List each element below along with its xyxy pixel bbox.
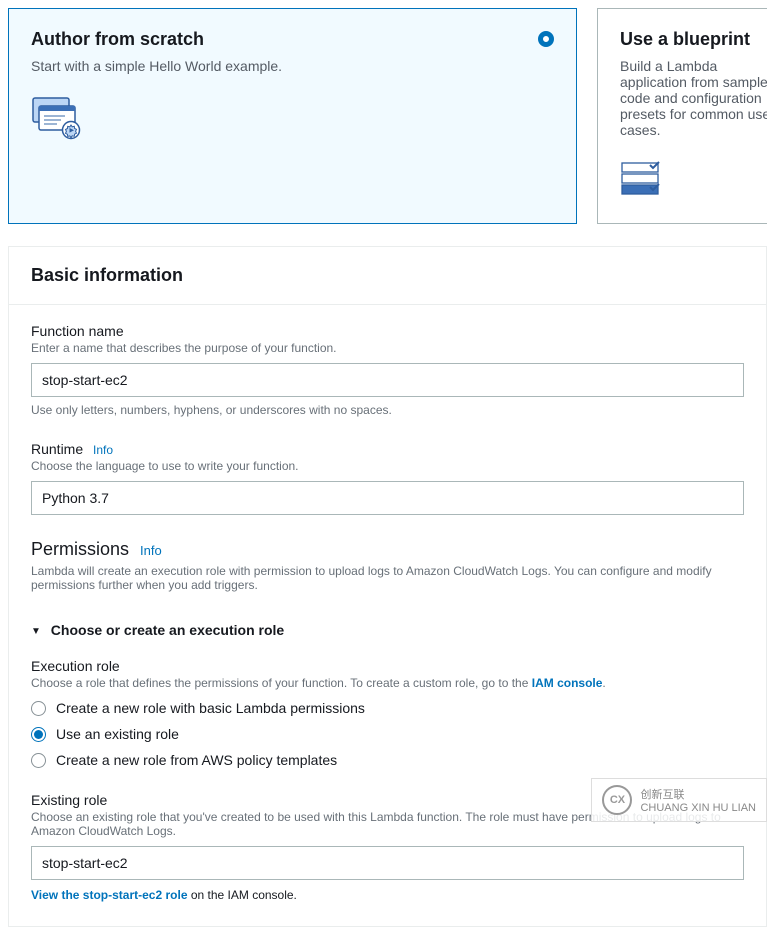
permissions-desc: Lambda will create an execution role wit…: [31, 564, 744, 592]
function-name-hint: Enter a name that describes the purpose …: [31, 341, 744, 355]
runtime-select[interactable]: Python 3.7: [31, 481, 744, 515]
code-gear-icon: [31, 96, 554, 143]
radio-create-from-templates[interactable]: Create a new role from AWS policy templa…: [31, 752, 744, 768]
caret-down-icon: ▼: [31, 626, 41, 637]
runtime-value: Python 3.7: [42, 490, 109, 506]
view-role-link[interactable]: View the stop-start-ec2 role: [31, 888, 188, 902]
watermark: CX 创新互联 CHUANG XIN HU LIAN: [591, 778, 767, 822]
radio-icon: [31, 701, 46, 716]
card-title: Use a blueprint: [620, 29, 767, 50]
permissions-title: Permissions Info: [31, 539, 744, 560]
execution-role-hint: Choose a role that defines the permissio…: [31, 676, 744, 690]
existing-role-value: stop-start-ec2: [42, 855, 128, 871]
panel-title: Basic information: [31, 265, 744, 286]
card-radio-indicator: [538, 31, 554, 47]
card-use-blueprint[interactable]: Use a blueprint Build a Lambda applicati…: [597, 8, 767, 224]
card-author-from-scratch[interactable]: Author from scratch Start with a simple …: [8, 8, 577, 224]
checklist-icon: [620, 160, 767, 203]
function-name-constraint: Use only letters, numbers, hyphens, or u…: [31, 403, 744, 417]
runtime-hint: Choose the language to use to write your…: [31, 459, 744, 473]
watermark-logo-icon: CX: [602, 785, 632, 815]
watermark-text-top: 创新互联: [640, 786, 756, 802]
existing-role-select[interactable]: stop-start-ec2: [31, 846, 744, 880]
runtime-info-link[interactable]: Info: [93, 443, 113, 457]
radio-use-existing-role[interactable]: Use an existing role: [31, 726, 744, 742]
function-name-input[interactable]: [31, 363, 744, 397]
iam-console-link[interactable]: IAM console: [532, 676, 603, 690]
permissions-info-link[interactable]: Info: [140, 543, 162, 558]
card-desc: Build a Lambda application from sample c…: [620, 58, 767, 138]
execution-role-label: Execution role: [31, 658, 744, 674]
card-desc: Start with a simple Hello World example.: [31, 58, 554, 74]
card-title: Author from scratch: [31, 29, 554, 50]
basic-information-panel: Basic information Function name Enter a …: [8, 246, 767, 927]
execution-role-expander[interactable]: ▼ Choose or create an execution role: [31, 622, 744, 638]
radio-icon: [31, 753, 46, 768]
watermark-text-bottom: CHUANG XIN HU LIAN: [640, 802, 756, 814]
radio-icon-selected: [31, 727, 46, 742]
runtime-label: Runtime Info: [31, 441, 744, 457]
view-role-line: View the stop-start-ec2 role on the IAM …: [31, 888, 744, 902]
radio-create-new-role[interactable]: Create a new role with basic Lambda perm…: [31, 700, 744, 716]
function-name-label: Function name: [31, 323, 744, 339]
